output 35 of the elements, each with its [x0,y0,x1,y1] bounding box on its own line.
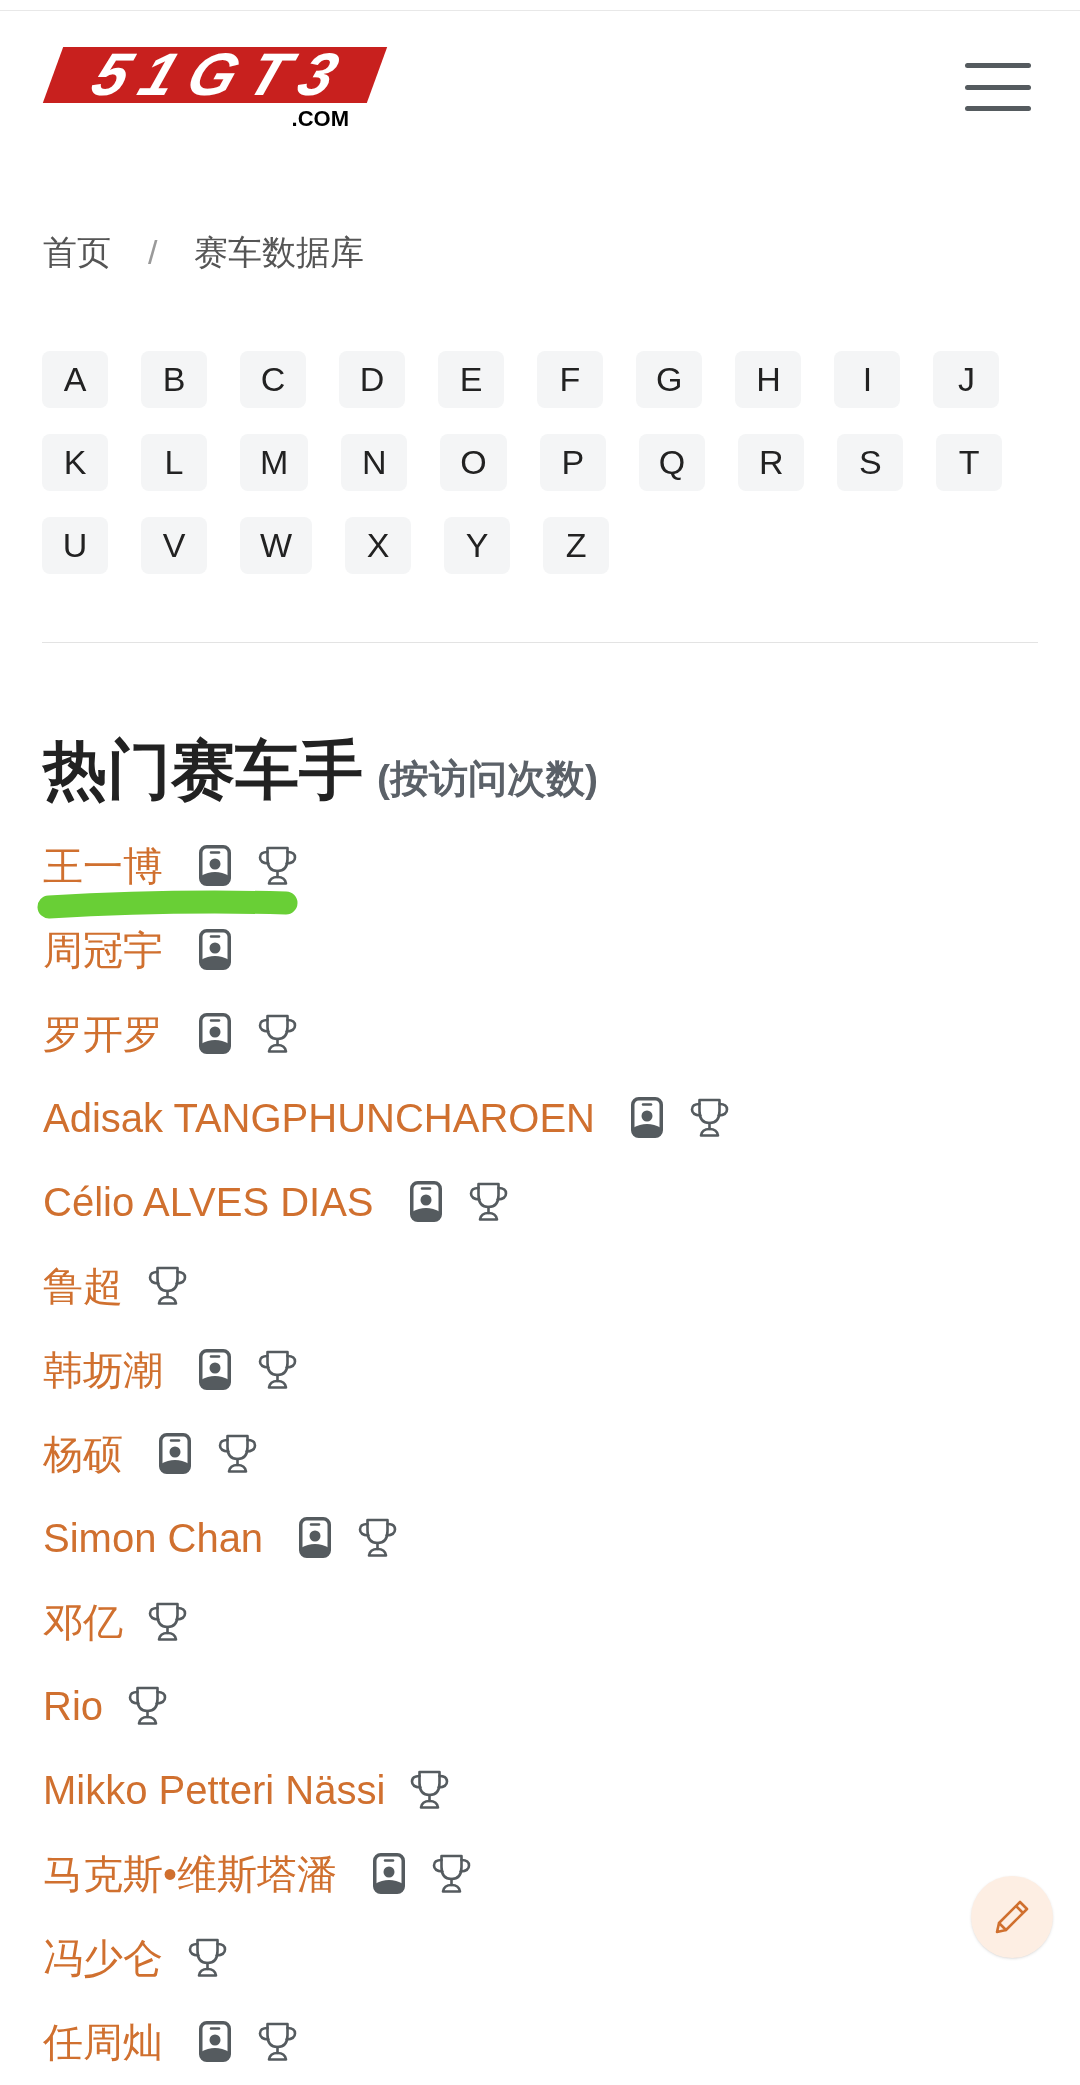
letter-button[interactable]: V [141,517,207,574]
letter-button[interactable]: B [141,351,207,408]
letter-button[interactable]: R [738,434,805,491]
letter-button[interactable]: L [141,434,207,491]
letter-button[interactable]: Z [543,517,610,574]
letter-button[interactable]: T [936,434,1003,491]
letter-button[interactable]: W [240,517,313,574]
letter-button[interactable]: P [539,434,606,491]
letter-button[interactable]: J [933,351,1000,408]
logo-domain: .COM [291,108,349,130]
letter-button[interactable]: H [735,351,802,408]
letter-button[interactable]: Y [444,517,511,574]
letter-button[interactable]: F [537,351,603,408]
letter-button[interactable]: U [42,517,108,574]
letter-button[interactable]: D [339,351,405,408]
letter-button[interactable]: C [240,351,306,408]
letter-button[interactable]: O [440,434,507,491]
section-title: 热门赛车手 [43,733,363,808]
letter-button[interactable]: I [834,351,901,408]
letter-button[interactable]: M [240,434,309,491]
letter-button[interactable]: N [341,434,408,491]
letter-button[interactable]: S [837,434,904,491]
letter-button[interactable]: G [636,351,703,408]
breadcrumb-current: 赛车数据库 [194,232,365,273]
letter-button[interactable]: Q [638,434,706,491]
breadcrumb-separator: / [148,232,158,273]
letter-button[interactable]: A [42,351,108,408]
section-note: (按访问次数) [377,756,598,802]
pencil-icon [994,1899,1030,1935]
letter-button[interactable]: K [42,434,108,491]
logo-wordmark[interactable]: 51GT3 [42,47,388,103]
letter-button[interactable]: E [438,351,504,408]
breadcrumb-link[interactable]: 首页 [43,228,111,276]
letter-button[interactable]: X [345,517,412,574]
menu-button[interactable] [965,62,1031,112]
